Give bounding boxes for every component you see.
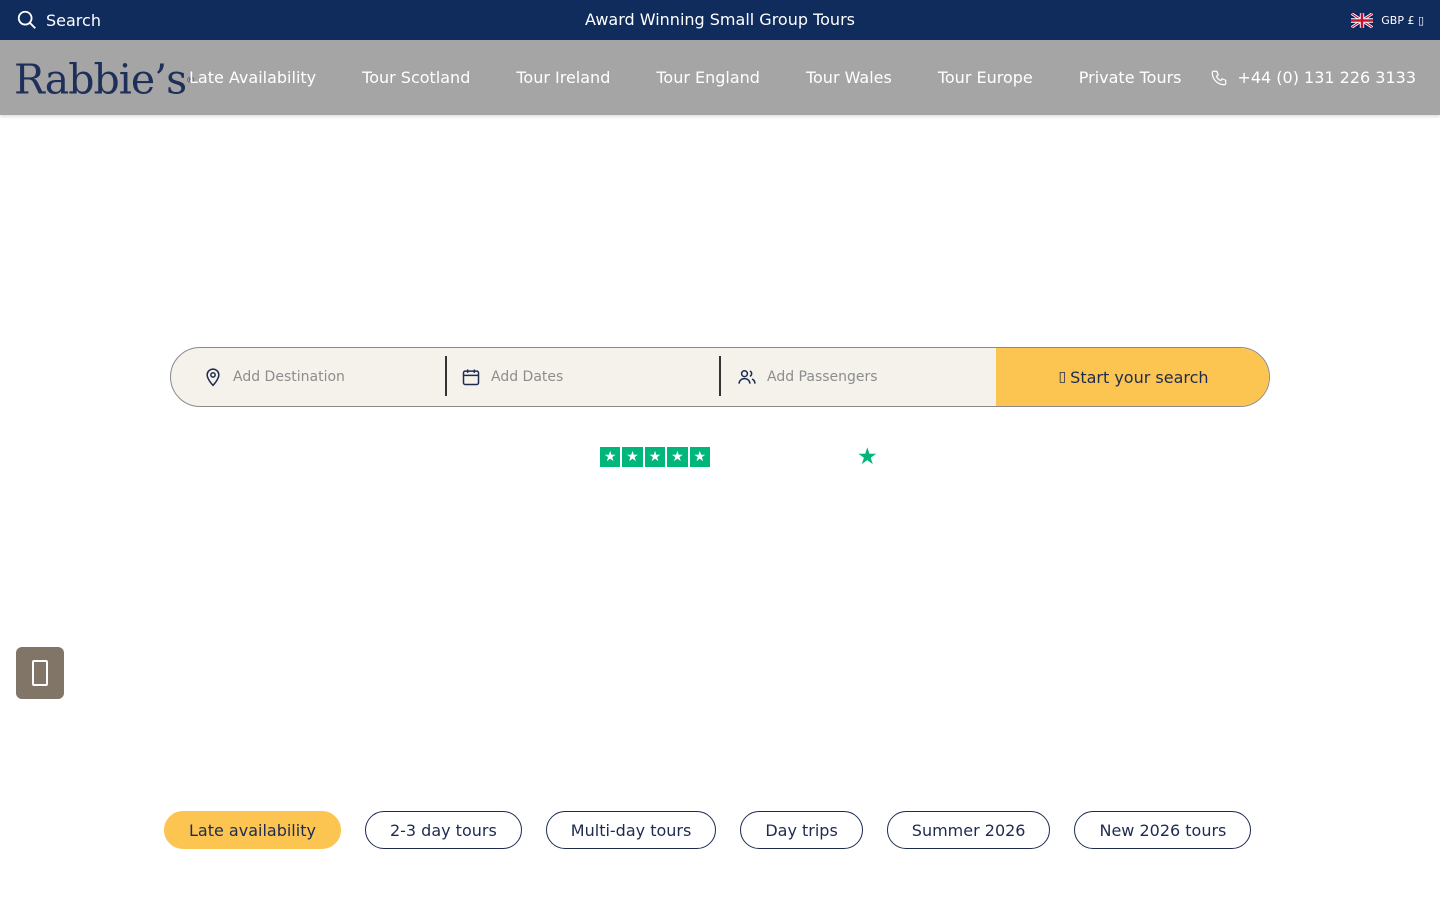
pill-late-availability[interactable]: Late availability xyxy=(164,811,341,849)
start-search-label: Start your search xyxy=(1070,367,1209,387)
trustpilot-star: ★ xyxy=(689,447,710,467)
feedback-icon xyxy=(32,660,48,686)
trustpilot-star: ★ xyxy=(667,447,688,467)
nav-item-private-tours[interactable]: Private Tours xyxy=(1056,68,1205,87)
search-icon xyxy=(17,10,36,29)
start-search-button[interactable]: ▯ Start your search xyxy=(996,348,1269,406)
trustpilot-rating-stars[interactable]: ★ ★ ★ ★ ★ xyxy=(600,447,710,467)
top-search-label: Search xyxy=(46,10,101,30)
side-feedback-tab[interactable] xyxy=(16,647,64,699)
nav-item-tour-europe[interactable]: Tour Europe xyxy=(915,68,1056,87)
nav-item-tour-scotland[interactable]: Tour Scotland xyxy=(339,68,493,87)
nav-menu: Late Availability Tour Scotland Tour Ire… xyxy=(166,40,1205,115)
calendar-icon xyxy=(462,369,480,386)
main-navigation: Rabbie’s® Late Availability Tour Scotlan… xyxy=(0,40,1440,115)
location-pin-icon xyxy=(206,368,220,387)
top-bar: Search Award Winning Small Group Tours G… xyxy=(0,0,1440,40)
phone-icon xyxy=(1212,70,1227,85)
nav-item-tour-ireland[interactable]: Tour Ireland xyxy=(493,68,633,87)
phone-link[interactable]: +44 (0) 131 226 3133 xyxy=(1210,40,1416,115)
field-divider xyxy=(719,356,721,396)
tour-category-pills: Late availability 2-3 day tours Multi-da… xyxy=(164,811,1252,849)
pill-day-trips[interactable]: Day trips xyxy=(740,811,863,849)
tour-search-widget: ▯ Start your search xyxy=(170,347,1270,407)
passengers-input[interactable] xyxy=(767,369,967,385)
dates-input[interactable] xyxy=(491,369,691,385)
dates-field[interactable] xyxy=(461,348,701,406)
nav-item-late-availability[interactable]: Late Availability xyxy=(166,68,339,87)
currency-selector[interactable]: GBP £ ▯ xyxy=(1351,0,1424,40)
nav-item-tour-wales[interactable]: Tour Wales xyxy=(783,68,915,87)
destination-input[interactable] xyxy=(233,369,433,385)
field-divider xyxy=(445,356,447,396)
phone-number: +44 (0) 131 226 3133 xyxy=(1237,68,1416,87)
passengers-field[interactable] xyxy=(737,348,977,406)
pill-summer-2026[interactable]: Summer 2026 xyxy=(886,811,1051,849)
search-button-glyph: ▯ xyxy=(1058,369,1067,385)
pill-2-3-day-tours[interactable]: 2-3 day tours xyxy=(364,811,522,849)
top-search-link[interactable]: Search xyxy=(16,0,101,40)
uk-flag-icon xyxy=(1351,12,1374,28)
users-icon xyxy=(738,370,756,384)
trustpilot-star-icon: ★ xyxy=(857,444,878,470)
destination-field[interactable] xyxy=(203,348,443,406)
tagline: Award Winning Small Group Tours xyxy=(585,10,855,29)
pill-new-2026-tours[interactable]: New 2026 tours xyxy=(1074,811,1252,849)
currency-label: GBP £ ▯ xyxy=(1381,13,1424,27)
nav-item-tour-england[interactable]: Tour England xyxy=(633,68,783,87)
trustpilot-star: ★ xyxy=(600,447,621,467)
trustpilot-star: ★ xyxy=(644,447,666,467)
pill-multi-day-tours[interactable]: Multi-day tours xyxy=(545,811,717,849)
trustpilot-star: ★ xyxy=(622,447,643,467)
logo-text: Rabbie’s xyxy=(14,55,187,104)
